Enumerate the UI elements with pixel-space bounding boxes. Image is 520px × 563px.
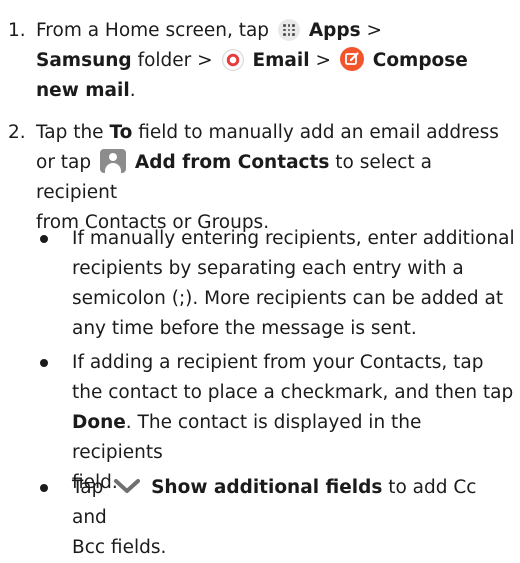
- add-from-contacts-label: Add from Contacts: [134, 152, 330, 173]
- bullet-line: Tap Show additional fields to add Cc and: [72, 473, 517, 533]
- step-text: or tap: [36, 152, 92, 173]
- separator: >: [366, 20, 383, 41]
- step-number: 2.: [8, 122, 26, 143]
- email-app-icon: [221, 49, 244, 71]
- to-field-label: To: [109, 122, 133, 143]
- bullet-line: Done. The contact is displayed in the re…: [72, 408, 517, 468]
- bullet-line: semicolon (;). More recipients can be ad…: [72, 288, 504, 309]
- step-number: 1.: [8, 20, 26, 41]
- separator: >: [315, 50, 331, 71]
- contact-icon: [100, 149, 127, 173]
- samsung-label: Samsung: [36, 50, 132, 71]
- step-text: From a Home screen, tap: [36, 20, 270, 41]
- bullet-text: Tap: [72, 477, 104, 498]
- bullet-line: Bcc fields.: [72, 537, 167, 558]
- punctuation: .: [129, 80, 136, 101]
- step-2-line-2: or tap Add from Contacts to select a rec…: [36, 148, 514, 208]
- chevron-down-icon: [114, 479, 141, 493]
- email-label: Email: [252, 50, 310, 71]
- step-1-line-3: new mail.: [36, 76, 514, 106]
- step-text: Tap the: [36, 122, 104, 143]
- done-label: Done: [72, 412, 126, 433]
- step-text: field to manually add an email address: [138, 122, 499, 143]
- step-2-text: Tap the To field to manually add an emai…: [36, 118, 514, 238]
- separator: >: [197, 50, 213, 71]
- bullet-line: recipients by separating each entry with…: [72, 258, 464, 279]
- bullet-dot: [40, 359, 48, 367]
- step-1-line-2: Samsung folder > Email > Compose: [36, 46, 514, 76]
- compose-icon: [339, 47, 364, 71]
- bullet-dot: [40, 235, 48, 243]
- bullet-line: the contact to place a checkmark, and th…: [72, 382, 514, 403]
- step-1-line-1: From a Home screen, tap Apps >: [36, 16, 514, 46]
- bullet-dot: [40, 484, 48, 492]
- compose-label-cont: new mail: [36, 80, 130, 101]
- step-1-text: From a Home screen, tap Apps > Samsung f…: [36, 16, 514, 106]
- bullet-line: If manually entering recipients, enter a…: [72, 228, 515, 249]
- bullet-3-text: Tap Show additional fields to add Cc and…: [72, 473, 517, 563]
- bullet-line: If adding a recipient from your Contacts…: [72, 352, 484, 373]
- step-text: folder: [137, 50, 192, 71]
- show-additional-fields-label: Show additional fields: [151, 477, 383, 498]
- compose-label: Compose: [372, 50, 468, 71]
- apps-grid-icon: [277, 19, 300, 41]
- step-2-line-1: Tap the To field to manually add an emai…: [36, 118, 514, 148]
- bullet-1-text: If manually entering recipients, enter a…: [72, 224, 517, 344]
- bullet-line: any time before the message is sent.: [72, 318, 417, 339]
- instruction-page: 1. From a Home screen, tap Apps > Samsun…: [0, 0, 520, 558]
- apps-label: Apps: [308, 20, 361, 41]
